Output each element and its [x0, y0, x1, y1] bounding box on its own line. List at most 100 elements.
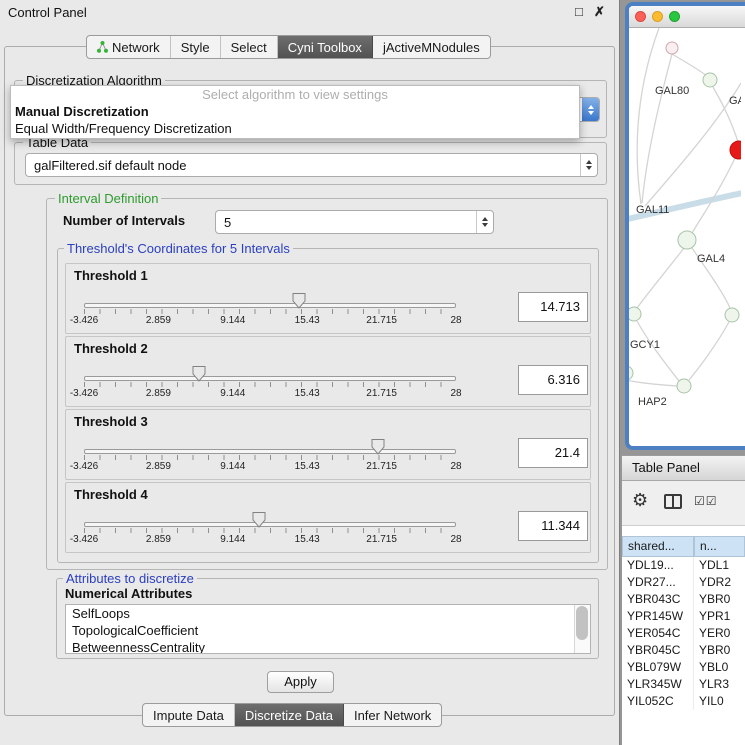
network-node-selected-red[interactable] — [730, 141, 741, 159]
tab-style[interactable]: Style — [171, 36, 221, 58]
window-title: Control Panel — [8, 5, 87, 20]
threshold-4-label: Threshold 4 — [74, 487, 148, 502]
tab-impute-data[interactable]: Impute Data — [143, 704, 235, 726]
table-cell[interactable]: YDR27... — [622, 574, 694, 591]
slider-ticks — [84, 309, 456, 314]
table-data-group: Table Data galFiltered.sif default node — [14, 142, 607, 185]
close-window-icon[interactable]: ✗ — [594, 4, 605, 20]
table-cell[interactable]: YLR345W — [622, 676, 694, 693]
table-cell[interactable]: YBR043C — [622, 591, 694, 608]
table-cell[interactable]: YBL079W — [622, 659, 694, 676]
list-scrollbar[interactable] — [574, 605, 590, 653]
table-row[interactable]: YER054CYER0 — [622, 625, 745, 642]
tick-label: 21.715 — [366, 315, 397, 326]
threshold-3-panel: Threshold 3 -3.426 2.859 9.144 15.43 21 — [65, 409, 591, 480]
list-item-selfloops[interactable]: SelfLoops — [66, 605, 590, 622]
table-cell[interactable]: YDL19... — [622, 557, 694, 574]
threshold-2-value-field[interactable]: 6.316 — [518, 365, 588, 395]
slider-thumb[interactable] — [192, 366, 206, 382]
network-window-titlebar[interactable] — [629, 6, 745, 28]
tab-infer-network[interactable]: Infer Network — [344, 704, 441, 726]
tick-label: 28 — [450, 534, 461, 545]
table-row[interactable]: YLR345WYLR3 — [622, 676, 745, 693]
network-node[interactable] — [629, 366, 633, 380]
select-columns-icon[interactable]: ☑☑ — [694, 494, 718, 508]
threshold-1-slider[interactable]: -3.426 2.859 9.144 15.43 21.715 28 — [84, 290, 456, 330]
table-cell[interactable]: YER054C — [622, 625, 694, 642]
table-data-combobox[interactable]: galFiltered.sif default node — [25, 153, 598, 177]
dropdown-placeholder-option[interactable]: Select algorithm to view settings — [11, 87, 579, 103]
slider-track[interactable] — [84, 376, 456, 381]
threshold-3-slider[interactable]: -3.426 2.859 9.144 15.43 21.715 28 — [84, 436, 456, 476]
numerical-attributes-list: SelfLoops TopologicalCoefficient Between… — [65, 604, 591, 654]
threshold-4-value-field[interactable]: 11.344 — [518, 511, 588, 541]
tab-jactivemnodules[interactable]: jActiveMNodules — [373, 36, 490, 58]
tick-label: 15.43 — [295, 388, 320, 399]
table-cell[interactable]: YBR045C — [622, 642, 694, 659]
combobox-stepper-icon[interactable] — [580, 154, 597, 176]
table-cell[interactable]: YBR0 — [694, 642, 745, 659]
slider-track[interactable] — [84, 303, 456, 308]
network-node[interactable] — [703, 73, 717, 87]
table-row[interactable]: YDR27...YDR2 — [622, 574, 745, 591]
apply-button[interactable]: Apply — [267, 671, 334, 693]
dropdown-option-manual-discretization[interactable]: Manual Discretization — [11, 103, 579, 120]
table-row[interactable]: YBR045CYBR0 — [622, 642, 745, 659]
table-cell[interactable]: YIL0 — [694, 693, 745, 710]
slider-thumb[interactable] — [252, 512, 266, 528]
network-node[interactable] — [666, 42, 678, 54]
threshold-3-value-field[interactable]: 21.4 — [518, 438, 588, 468]
table-cell[interactable]: YPR1 — [694, 608, 745, 625]
scrollbar-thumb[interactable] — [576, 606, 588, 640]
dropdown-option-equal-width-frequency[interactable]: Equal Width/Frequency Discretization — [11, 120, 579, 137]
table-cell[interactable]: YER0 — [694, 625, 745, 642]
table-row[interactable]: YIL052CYIL0 — [622, 693, 745, 710]
zoom-traffic-light-icon[interactable] — [669, 11, 680, 22]
attributes-to-discretize-group: Attributes to discretize Numerical Attri… — [56, 578, 599, 659]
number-of-intervals-combobox[interactable]: 5 — [215, 210, 494, 234]
table-cell[interactable]: YIL052C — [622, 693, 694, 710]
network-canvas[interactable]: GAL80 GA GAL11 GAL4 GCY1 HAP2 — [629, 28, 741, 450]
slider-track[interactable] — [84, 522, 456, 527]
slider-thumb[interactable] — [371, 439, 385, 455]
table-cell[interactable]: YLR3 — [694, 676, 745, 693]
table-row[interactable]: YBL079WYBL0 — [622, 659, 745, 676]
minimize-traffic-light-icon[interactable] — [652, 11, 663, 22]
tab-network-label: Network — [112, 40, 160, 55]
column-header-name[interactable]: n... — [694, 536, 745, 557]
slider-track[interactable] — [84, 449, 456, 454]
float-window-icon[interactable]: □ — [575, 4, 583, 19]
node-label-partial: GA — [729, 95, 741, 107]
slider-ticks — [84, 382, 456, 387]
table-cell[interactable]: YBL0 — [694, 659, 745, 676]
network-node[interactable] — [677, 379, 691, 393]
threshold-2-panel: Threshold 2 -3.426 2.859 9.144 15.43 21 — [65, 336, 591, 407]
network-node[interactable] — [629, 307, 641, 321]
combobox-stepper-icon[interactable] — [582, 98, 599, 121]
tab-discretize-data[interactable]: Discretize Data — [235, 704, 344, 726]
table-cell[interactable]: YDR2 — [694, 574, 745, 591]
threshold-4-slider[interactable]: -3.426 2.859 9.144 15.43 21.715 28 — [84, 509, 456, 549]
table-cell[interactable]: YDL1 — [694, 557, 745, 574]
table-cell[interactable]: YBR0 — [694, 591, 745, 608]
columns-icon[interactable] — [664, 494, 682, 509]
table-row[interactable]: YPR145WYPR1 — [622, 608, 745, 625]
combobox-stepper-icon[interactable] — [476, 211, 493, 233]
gear-icon[interactable]: ⚙ — [632, 490, 648, 511]
close-traffic-light-icon[interactable] — [635, 11, 646, 22]
list-item-topologicalcoefficient[interactable]: TopologicalCoefficient — [66, 622, 590, 639]
threshold-1-value-field[interactable]: 14.713 — [518, 292, 588, 322]
table-row[interactable]: YBR043CYBR0 — [622, 591, 745, 608]
network-node[interactable] — [678, 231, 696, 249]
list-item-betweennesscentrality[interactable]: BetweennessCentrality — [66, 639, 590, 654]
table-cell[interactable]: YPR145W — [622, 608, 694, 625]
tab-select[interactable]: Select — [221, 36, 278, 58]
column-header-shared[interactable]: shared... — [622, 536, 694, 557]
network-node[interactable] — [725, 308, 739, 322]
slider-thumb[interactable] — [292, 293, 306, 309]
tab-network[interactable]: Network — [87, 36, 171, 58]
tick-label: 21.715 — [366, 461, 397, 472]
table-row[interactable]: YDL19...YDL1 — [622, 557, 745, 574]
threshold-2-slider[interactable]: -3.426 2.859 9.144 15.43 21.715 28 — [84, 363, 456, 403]
tab-cyni-toolbox[interactable]: Cyni Toolbox — [278, 36, 373, 58]
